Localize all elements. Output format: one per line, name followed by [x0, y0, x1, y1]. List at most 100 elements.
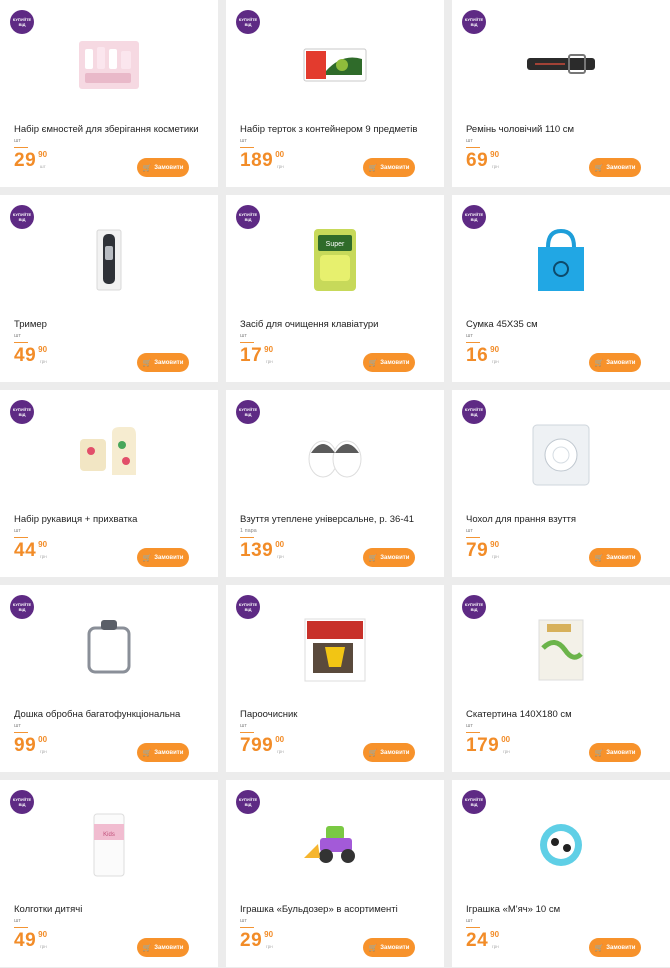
unit-underline: [240, 927, 254, 928]
promo-badge: КУПУЙТЕ ВІД: [462, 790, 486, 814]
price-decimal: 90: [490, 150, 500, 159]
slippers-image[interactable]: [295, 420, 375, 490]
tights-image[interactable]: Kids: [69, 810, 149, 880]
laundry-bag-image[interactable]: [521, 420, 601, 490]
price-integer: 29: [240, 930, 263, 951]
order-button-label: Замовити: [380, 944, 410, 951]
order-button[interactable]: 🛒 Замовити: [363, 158, 415, 177]
promo-badge: КУПУЙТЕ ВІД: [10, 400, 34, 424]
order-button[interactable]: 🛒 Замовити: [589, 938, 641, 957]
order-button[interactable]: 🛒 Замовити: [363, 548, 415, 567]
product-name[interactable]: Набір рукавиця + прихватка: [14, 514, 208, 525]
product-name[interactable]: Сумка 45Х35 см: [466, 319, 660, 330]
order-button[interactable]: 🛒 Замовити: [589, 548, 641, 567]
product-price: 24 90 грн: [466, 930, 499, 952]
price-integer: 49: [14, 345, 37, 366]
price-currency: грн: [492, 554, 499, 559]
product-name[interactable]: Колготки дитячі: [14, 904, 208, 915]
unit-underline: [14, 537, 28, 538]
product-name[interactable]: Чохол для прання взуття: [466, 514, 660, 525]
order-button[interactable]: 🛒 Замовити: [137, 938, 189, 957]
product-price: 79 90 грн: [466, 540, 499, 562]
order-button-label: Замовити: [154, 164, 184, 171]
product-unit: шт: [14, 723, 21, 729]
ball-toy-image[interactable]: [521, 810, 601, 880]
order-button[interactable]: 🛒 Замовити: [589, 158, 641, 177]
order-button-label: Замовити: [380, 554, 410, 561]
order-button-label: Замовити: [606, 164, 636, 171]
price-decimal: 90: [38, 150, 48, 159]
product-name[interactable]: Іграшка «Бульдозер» в асортименті: [240, 904, 434, 915]
product-unit: шт: [240, 333, 247, 339]
cutting-board-image[interactable]: [69, 615, 149, 685]
cart-icon: 🛒: [368, 749, 378, 757]
price-decimal: 90: [490, 540, 500, 549]
product-name[interactable]: Іграшка «М'яч» 10 см: [466, 904, 660, 915]
product-card: КУПУЙТЕ ВІД Пароочисник шт 799 00 грн 🛒 …: [226, 585, 444, 772]
unit-underline: [466, 927, 480, 928]
product-price: 29 90 грн: [240, 930, 273, 952]
order-button[interactable]: 🛒 Замовити: [137, 158, 189, 177]
eco-bag-image[interactable]: [521, 225, 601, 295]
unit-underline: [14, 732, 28, 733]
trimmer-image[interactable]: [69, 225, 149, 295]
order-button[interactable]: 🛒 Замовити: [363, 938, 415, 957]
product-name[interactable]: Ремінь чоловічий 110 см: [466, 124, 660, 135]
product-name[interactable]: Набір ємностей для зберігання косметики: [14, 124, 208, 135]
order-button-label: Замовити: [154, 944, 184, 951]
order-button[interactable]: 🛒 Замовити: [137, 743, 189, 762]
price-decimal: 00: [275, 150, 285, 159]
product-name[interactable]: Скатертина 140Х180 см: [466, 709, 660, 720]
steam-cleaner-image[interactable]: [295, 615, 375, 685]
product-unit: 1 пара: [240, 528, 257, 534]
product-name[interactable]: Взуття утеплене універсальне, р. 36-41: [240, 514, 434, 525]
unit-underline: [240, 342, 254, 343]
svg-text:Super: Super: [326, 241, 345, 248]
product-price: 49 90 грн: [14, 930, 47, 952]
cart-icon: 🛒: [594, 749, 604, 757]
product-card: КУПУЙТЕ ВІД Набір рукавиця + прихватка ш…: [0, 390, 218, 577]
product-name[interactable]: Пароочисник: [240, 709, 434, 720]
svg-text:Kids: Kids: [103, 832, 115, 838]
order-button[interactable]: 🛒 Замовити: [363, 743, 415, 762]
promo-badge: КУПУЙТЕ ВІД: [462, 595, 486, 619]
product-name[interactable]: Тример: [14, 319, 208, 330]
product-name[interactable]: Засіб для очищення клавіатури: [240, 319, 434, 330]
product-card: КУПУЙТЕ ВІД Kids Колготки дитячі шт 49 9…: [0, 780, 218, 967]
order-button[interactable]: 🛒 Замовити: [137, 548, 189, 567]
promo-badge: КУПУЙТЕ ВІД: [10, 595, 34, 619]
product-name[interactable]: Дошка обробна багатофункціональна: [14, 709, 208, 720]
price-currency: грн: [492, 944, 499, 949]
price-integer: 49: [14, 930, 37, 951]
grater-set-image[interactable]: [295, 30, 375, 100]
product-unit: шт: [466, 723, 473, 729]
product-price: 17 90 грн: [240, 345, 273, 367]
cart-icon: 🛒: [594, 554, 604, 562]
keyboard-cleaner-image[interactable]: Super: [295, 225, 375, 295]
product-unit: шт: [466, 918, 473, 924]
cosmetic-set-image[interactable]: [69, 30, 149, 100]
bulldozer-toy-image[interactable]: [295, 810, 375, 880]
order-button-label: Замовити: [380, 749, 410, 756]
unit-underline: [240, 732, 254, 733]
belt-image[interactable]: [521, 30, 601, 100]
order-button[interactable]: 🛒 Замовити: [589, 743, 641, 762]
price-decimal: 00: [501, 735, 511, 744]
price-integer: 16: [466, 345, 489, 366]
price-currency: шт: [40, 164, 46, 169]
order-button[interactable]: 🛒 Замовити: [137, 353, 189, 372]
cart-icon: 🛒: [594, 359, 604, 367]
oven-mitt-image[interactable]: [69, 420, 149, 490]
tablecloth-image[interactable]: [521, 615, 601, 685]
promo-badge: КУПУЙТЕ ВІД: [236, 790, 260, 814]
order-button[interactable]: 🛒 Замовити: [363, 353, 415, 372]
product-grid: КУПУЙТЕ ВІД Набір ємностей для зберіганн…: [0, 0, 670, 967]
price-integer: 79: [466, 540, 489, 561]
price-decimal: 90: [490, 930, 500, 939]
price-currency: грн: [503, 749, 510, 754]
order-button[interactable]: 🛒 Замовити: [589, 353, 641, 372]
product-card: КУПУЙТЕ ВІД Набір терток з контейнером 9…: [226, 0, 444, 187]
product-name[interactable]: Набір терток з контейнером 9 предметів: [240, 124, 434, 135]
price-integer: 139: [240, 540, 274, 561]
price-integer: 69: [466, 150, 489, 171]
